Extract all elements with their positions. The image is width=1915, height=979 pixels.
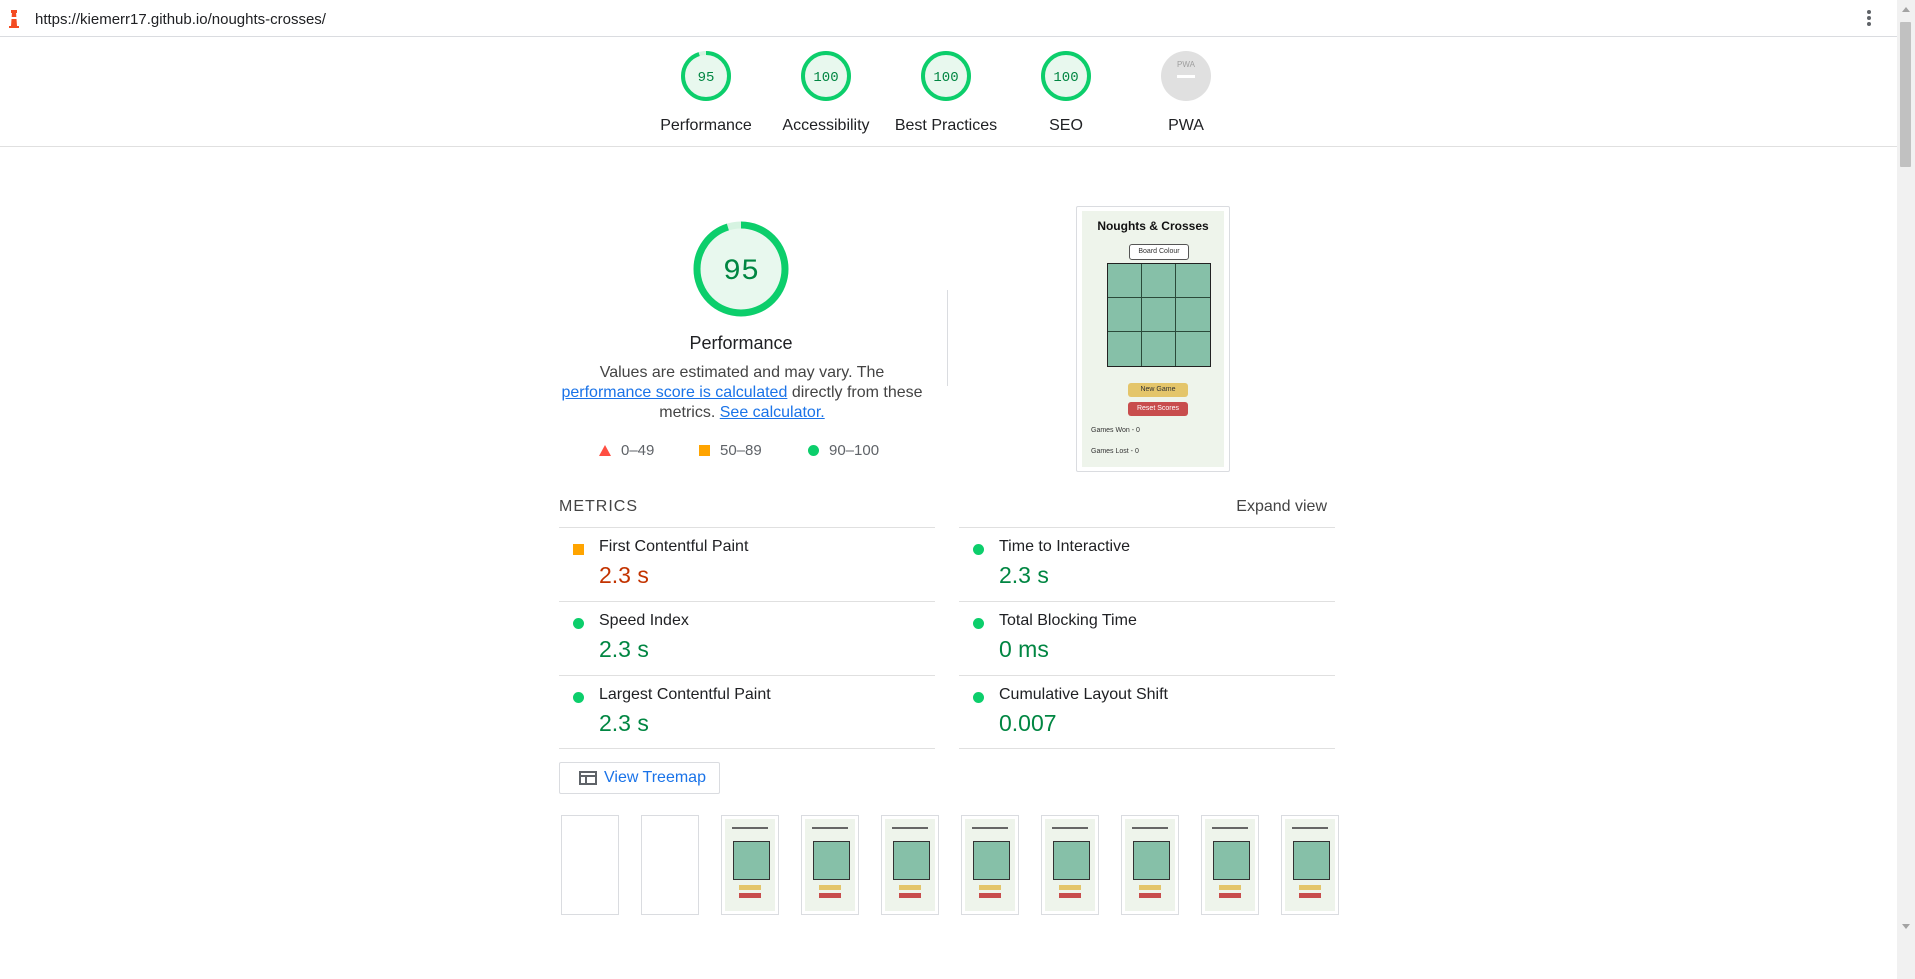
metric-name: Largest Contentful Paint: [599, 686, 771, 703]
average-square-icon: [573, 544, 584, 555]
gauge-label: Best Practices: [894, 117, 998, 134]
legend-pass: 90–100: [808, 442, 879, 459]
metric-name: Total Blocking Time: [999, 612, 1137, 629]
gauge-label: SEO: [1049, 117, 1083, 134]
score-calculated-link[interactable]: performance score is calculated: [561, 384, 787, 401]
score-ring: 100: [921, 51, 971, 101]
games-won: Games Won - 0: [1091, 427, 1140, 434]
score-ring: 100: [801, 51, 851, 101]
metric-name: First Contentful Paint: [599, 538, 749, 555]
filmstrip-frame: [1281, 815, 1339, 915]
metric-time-to-interactive: Time to Interactive 2.3 s: [959, 527, 1335, 601]
gauge-pwa[interactable]: PWA PWA: [1126, 50, 1246, 135]
pwa-badge-text: PWA: [1177, 60, 1196, 69]
gauge-label: PWA: [1168, 117, 1204, 134]
treemap-label: View Treemap: [604, 769, 706, 786]
performance-gauge: 95: [693, 221, 789, 317]
metric-name: Speed Index: [599, 612, 689, 629]
metric-value: 0 ms: [999, 636, 1049, 662]
pass-circle-icon: [573, 618, 584, 629]
games-lost: Games Lost - 0: [1091, 448, 1139, 455]
metric-name: Cumulative Layout Shift: [999, 686, 1168, 703]
pass-circle-icon: [573, 692, 584, 703]
score-value: 100: [933, 70, 958, 86]
gauge-performance[interactable]: 95 Performance: [646, 50, 766, 135]
scrollbar-thumb[interactable]: [1900, 22, 1911, 167]
triangle-icon: [599, 445, 611, 456]
filmstrip-frame: [801, 815, 859, 915]
new-game-button: New Game: [1128, 383, 1188, 397]
legend-label: 90–100: [829, 442, 880, 459]
legend-label: 0–49: [621, 442, 655, 459]
metric-first-contentful-paint: First Contentful Paint 2.3 s: [559, 527, 935, 601]
filmstrip-frame-blank: [641, 815, 699, 915]
performance-description: Values are estimated and may vary. The p…: [557, 363, 927, 423]
metrics-header: METRICS Expand view: [559, 498, 1335, 516]
gauge-best-practices[interactable]: 100 Best Practices: [886, 50, 1006, 135]
legend-label: 50–89: [720, 442, 762, 459]
score-value: 100: [1053, 70, 1078, 86]
filmstrip-frame: [721, 815, 779, 915]
performance-score: 95: [723, 255, 759, 289]
pass-circle-icon: [973, 544, 984, 555]
final-screenshot[interactable]: Noughts & Crosses Board Colour New Game …: [1076, 206, 1230, 472]
square-icon: [699, 445, 710, 456]
legend-fail: 0–49: [599, 442, 654, 459]
score-value: 95: [698, 70, 715, 86]
filmstrip-frame: [1041, 815, 1099, 915]
reset-scores-button: Reset Scores: [1128, 402, 1188, 416]
metric-name: Time to Interactive: [999, 538, 1131, 555]
app-title: Noughts & Crosses: [1097, 219, 1209, 233]
metric-value: 0.007: [999, 710, 1057, 736]
metric-value: 2.3 s: [999, 562, 1049, 588]
metric-value: 2.3 s: [599, 636, 649, 662]
pass-circle-icon: [973, 692, 984, 703]
pass-circle-icon: [973, 618, 984, 629]
see-calculator-link[interactable]: See calculator.: [720, 404, 825, 421]
more-options-icon[interactable]: [1866, 10, 1872, 28]
gauge-label: Performance: [660, 117, 752, 134]
metric-largest-contentful-paint: Largest Contentful Paint 2.3 s: [559, 675, 935, 749]
circle-icon: [808, 445, 819, 456]
desc-text-1: Values are estimated and may vary. The: [599, 364, 885, 381]
scroll-down-icon[interactable]: [1902, 924, 1910, 929]
page-url[interactable]: https://kiemerr17.github.io/noughts-cros…: [35, 11, 326, 28]
score-value: 100: [813, 70, 838, 86]
filmstrip-frame: [1121, 815, 1179, 915]
metric-total-blocking-time: Total Blocking Time 0 ms: [959, 601, 1335, 675]
expand-view-toggle[interactable]: Expand view: [1236, 498, 1327, 516]
performance-title: Performance: [689, 333, 793, 353]
vertical-scrollbar[interactable]: [1897, 0, 1915, 979]
filmstrip-frame: [961, 815, 1019, 915]
pwa-badge-icon: PWA: [1161, 51, 1211, 101]
gauge-seo[interactable]: 100 SEO: [1006, 50, 1126, 135]
view-treemap-button[interactable]: View Treemap: [559, 762, 720, 794]
game-board: [1107, 263, 1211, 367]
metric-speed-index: Speed Index 2.3 s: [559, 601, 935, 675]
filmstrip-frame: [1201, 815, 1259, 915]
metrics-title: METRICS: [559, 498, 638, 515]
treemap-icon: [579, 771, 597, 785]
gauge-label: Accessibility: [782, 117, 870, 134]
divider: [947, 290, 948, 386]
scroll-up-icon[interactable]: [1902, 7, 1910, 12]
divider: [559, 748, 935, 749]
divider: [959, 748, 1335, 749]
legend-average: 50–89: [699, 442, 762, 459]
filmstrip-frame: [881, 815, 939, 915]
lighthouse-icon: [9, 10, 19, 28]
metric-value: 2.3 s: [599, 562, 649, 588]
score-gauges-bar: 95 Performance 100 Accessibility 100 Bes…: [0, 36, 1897, 147]
filmstrip-frame-blank: [561, 815, 619, 915]
metric-cumulative-layout-shift: Cumulative Layout Shift 0.007: [959, 675, 1335, 749]
app-preview: Noughts & Crosses Board Colour New Game …: [1082, 211, 1224, 467]
board-colour-button: Board Colour: [1129, 244, 1189, 260]
score-ring: 100: [1041, 51, 1091, 101]
gauge-accessibility[interactable]: 100 Accessibility: [766, 50, 886, 135]
score-ring: 95: [681, 51, 731, 101]
url-bar: https://kiemerr17.github.io/noughts-cros…: [0, 0, 1897, 37]
metric-value: 2.3 s: [599, 710, 649, 736]
